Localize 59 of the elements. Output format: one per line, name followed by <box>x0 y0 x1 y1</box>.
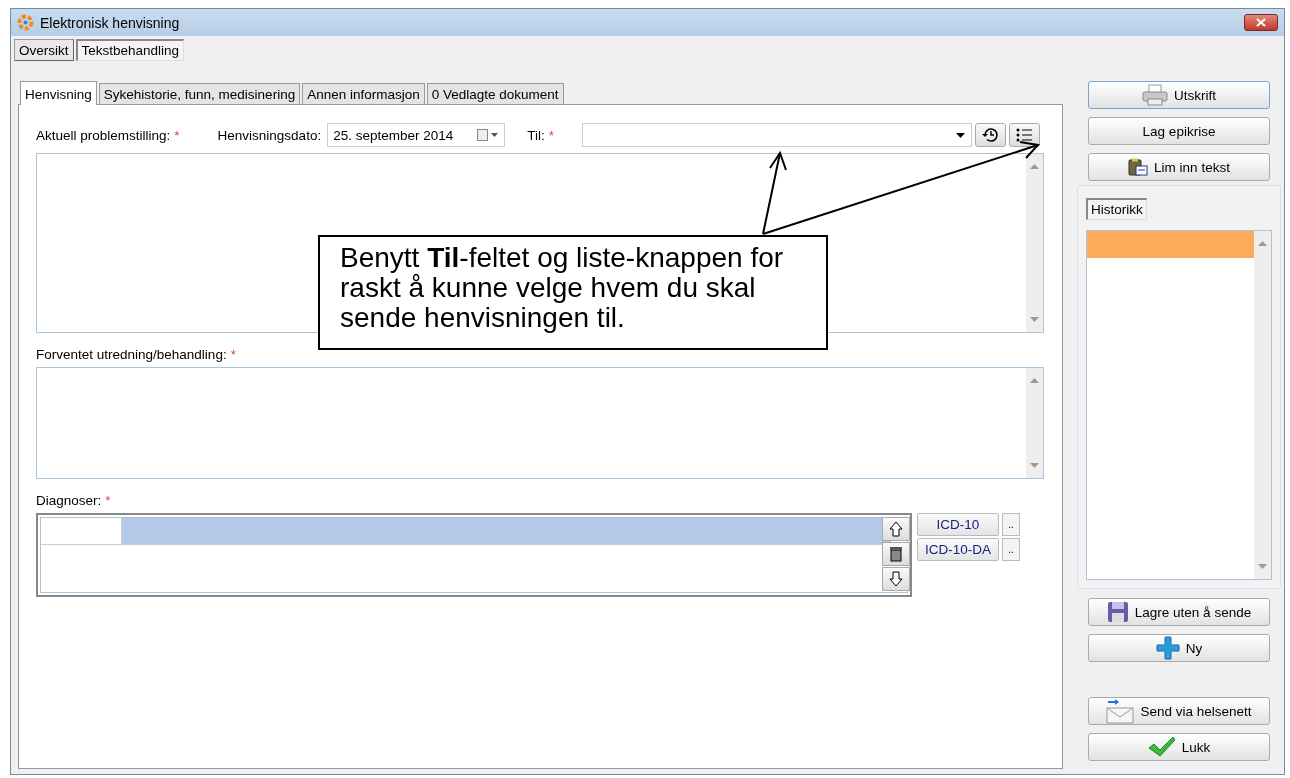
move-up-button[interactable] <box>882 517 910 541</box>
clipboard-icon <box>1128 158 1149 176</box>
scroll-up-icon[interactable] <box>1030 164 1039 169</box>
close-button[interactable] <box>1244 14 1278 31</box>
up-arrow-icon <box>889 521 903 537</box>
tab[interactable]: Oversikt <box>14 39 74 61</box>
callout-text: Benytt Til-feltet og liste-knappen for raskt å kunne velge hvem du skal sende henvisningen til. <box>318 235 828 350</box>
required-mark: * <box>548 127 554 143</box>
action-button[interactable]: Lag epikrise <box>1088 117 1270 145</box>
clock-arrow-icon <box>981 127 1000 143</box>
scroll-up-icon[interactable] <box>1258 241 1267 246</box>
scrollbar[interactable] <box>1026 154 1043 332</box>
field-label: Diagnoser: <box>36 493 102 508</box>
envelope-icon <box>1106 698 1135 724</box>
close-icon <box>1256 18 1266 27</box>
action-button[interactable]: Send via helsenett <box>1088 697 1270 725</box>
required-mark: * <box>105 493 111 508</box>
more-button[interactable]: .. <box>1002 513 1020 536</box>
scroll-up-icon[interactable] <box>1030 378 1039 383</box>
tab[interactable]: Sykehistorie, funn, medisinering <box>98 83 301 104</box>
delete-button[interactable] <box>882 542 910 566</box>
tab[interactable]: Tekstbehandling <box>75 39 185 61</box>
scrollbar[interactable] <box>1026 368 1043 478</box>
calendar-icon[interactable] <box>477 129 500 141</box>
trash-can-icon <box>890 546 902 562</box>
plus-icon <box>1155 636 1180 660</box>
down-arrow-icon <box>889 571 903 587</box>
date-picker[interactable]: 25. september 2014 <box>327 123 506 147</box>
action-button[interactable]: Ny <box>1088 634 1270 662</box>
action-button[interactable]: Lim inn tekst <box>1088 153 1270 181</box>
field-label: Til: <box>527 127 545 143</box>
dropdown-caret-icon[interactable] <box>955 132 965 138</box>
required-mark: * <box>174 127 180 143</box>
field-label: Forventet utredning/behandling: <box>36 347 227 362</box>
more-button[interactable]: .. <box>1002 538 1020 561</box>
list-icon <box>1015 127 1034 143</box>
window-title: Elektronisk henvisning <box>40 14 180 31</box>
tab[interactable]: Henvisning <box>20 81 97 105</box>
tab[interactable]: Historikk <box>1086 198 1147 220</box>
action-button[interactable]: Lukk <box>1088 733 1270 761</box>
tab[interactable]: Annen informasjon <box>302 83 425 104</box>
code-system-button[interactable]: ICD-10-DA <box>917 538 999 561</box>
scroll-down-icon[interactable] <box>1258 564 1267 569</box>
field-label: Henvisningsdato: <box>217 127 322 143</box>
move-down-button[interactable] <box>882 567 910 591</box>
code-system-button[interactable]: ICD-10 <box>917 513 999 536</box>
scrollbar[interactable] <box>1254 231 1271 579</box>
app-logo-icon <box>17 14 34 31</box>
list-button[interactable] <box>1008 123 1040 147</box>
action-button[interactable]: Utskrift <box>1088 81 1270 109</box>
tab[interactable]: 0 Vedlagte dokument <box>426 83 564 104</box>
scroll-down-icon[interactable] <box>1030 463 1039 468</box>
printer-icon <box>1142 84 1168 106</box>
action-button[interactable]: Lagre uten å sende <box>1088 598 1270 626</box>
checkmark-icon <box>1147 736 1176 758</box>
scroll-down-icon[interactable] <box>1030 317 1039 322</box>
field-label: Aktuell problemstilling: <box>36 127 171 143</box>
history-button[interactable] <box>974 123 1006 147</box>
required-mark: * <box>230 347 236 362</box>
